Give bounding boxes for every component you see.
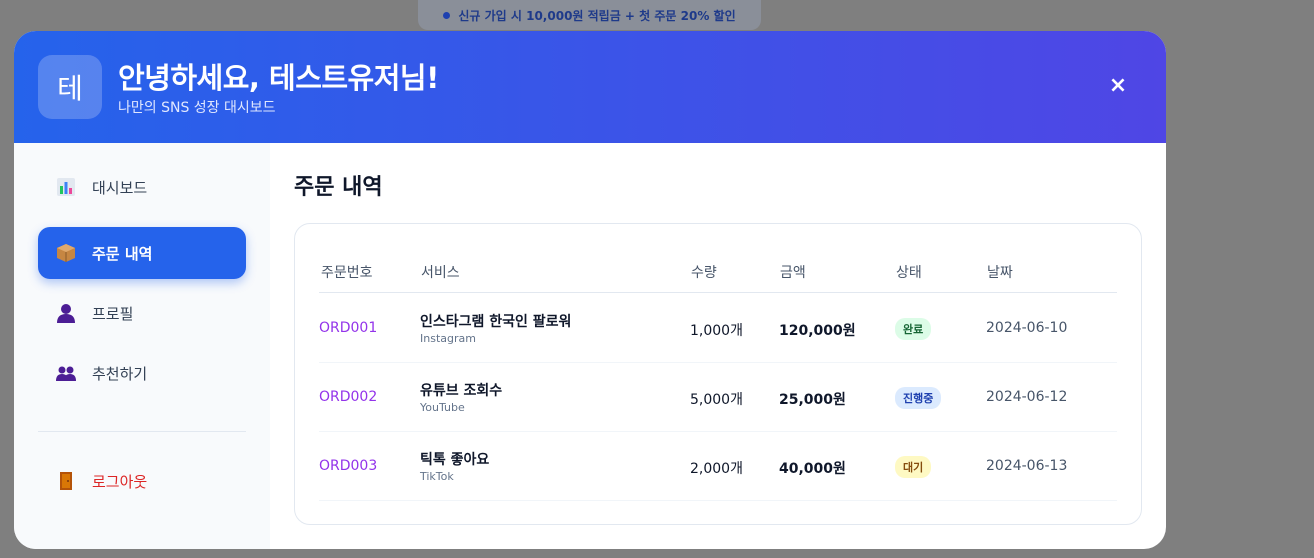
order-amount: 40,000원 [779, 461, 846, 477]
status-badge: 완료 [895, 318, 932, 340]
service-name: 틱톡 좋아요 [420, 452, 490, 468]
greeting-subtitle: 나만의 SNS 성장 대시보드 [118, 100, 276, 116]
sidebar-item-label: 주문 내역 [92, 244, 153, 263]
col-header-order-id: 주문번호 [321, 265, 373, 281]
sidebar-item-referral[interactable]: 추천하기 [38, 347, 246, 399]
order-id[interactable]: ORD002 [319, 389, 377, 405]
logout-button[interactable]: 로그아웃 [38, 455, 246, 507]
sidebar-item-label: 프로필 [92, 304, 134, 323]
order-date: 2024-06-12 [986, 389, 1068, 405]
sidebar: 대시보드 주문 내역 프로필 추천하기 로그아웃 [14, 143, 270, 549]
sidebar-divider [38, 431, 246, 432]
sidebar-item-dashboard[interactable]: 대시보드 [38, 161, 246, 213]
status-badge: 대기 [895, 456, 932, 478]
sidebar-item-label: 추천하기 [92, 364, 148, 383]
order-amount: 25,000원 [779, 392, 846, 408]
table-row[interactable]: ORD003 틱톡 좋아요 TikTok 2,000개 40,000원 대기 2… [319, 432, 1117, 501]
service-platform: YouTube [420, 401, 465, 414]
table-row[interactable]: ORD001 인스타그램 한국인 팔로워 Instagram 1,000개 12… [319, 294, 1117, 363]
sidebar-item-orders[interactable]: 주문 내역 [38, 227, 246, 279]
orders-table: 주문번호 서비스 수량 금액 상태 날짜 ORD001 인스타그램 한국인 팔로… [294, 223, 1142, 525]
logout-label: 로그아웃 [92, 472, 148, 491]
table-header: 주문번호 서비스 수량 금액 상태 날짜 [319, 248, 1117, 293]
col-header-status: 상태 [896, 265, 922, 281]
package-icon [56, 243, 76, 263]
promo-banner: 신규 가입 시 10,000원 적립금 + 첫 주문 20% 할인 [418, 0, 761, 30]
chart-icon [56, 177, 76, 197]
sidebar-item-label: 대시보드 [92, 178, 148, 197]
order-amount: 120,000원 [779, 323, 856, 339]
col-header-amount: 금액 [780, 265, 806, 281]
sidebar-item-profile[interactable]: 프로필 [38, 287, 246, 339]
bullet-icon [443, 11, 451, 19]
service-platform: TikTok [420, 470, 454, 483]
col-header-service: 서비스 [421, 265, 460, 281]
col-header-qty: 수량 [691, 265, 717, 281]
col-header-date: 날짜 [987, 265, 1013, 281]
close-icon[interactable]: × [1104, 71, 1132, 99]
promo-text: 신규 가입 시 10,000원 적립금 + 첫 주문 20% 할인 [458, 8, 736, 23]
user-icon [56, 303, 76, 323]
table-row[interactable]: ORD002 유튜브 조회수 YouTube 5,000개 25,000원 진행… [319, 363, 1117, 432]
order-date: 2024-06-13 [986, 458, 1068, 474]
avatar: 테 [38, 55, 102, 119]
greeting-title: 안녕하세요, 테스트유저님! [118, 61, 439, 95]
order-quantity: 1,000개 [690, 323, 743, 339]
dashboard-modal: 테 안녕하세요, 테스트유저님! 나만의 SNS 성장 대시보드 × 대시보드 [14, 31, 1166, 549]
order-quantity: 2,000개 [690, 461, 743, 477]
service-platform: Instagram [420, 332, 476, 345]
service-name: 인스타그램 한국인 팔로워 [420, 314, 572, 330]
status-badge: 진행중 [895, 387, 942, 409]
door-icon [56, 471, 76, 491]
order-id[interactable]: ORD003 [319, 458, 377, 474]
order-date: 2024-06-10 [986, 320, 1068, 336]
users-icon [56, 363, 76, 383]
order-quantity: 5,000개 [690, 392, 743, 408]
page-title: 주문 내역 [294, 175, 383, 200]
order-id[interactable]: ORD001 [319, 320, 377, 336]
modal-header: 테 안녕하세요, 테스트유저님! 나만의 SNS 성장 대시보드 × [14, 31, 1166, 143]
service-name: 유튜브 조회수 [420, 383, 503, 399]
